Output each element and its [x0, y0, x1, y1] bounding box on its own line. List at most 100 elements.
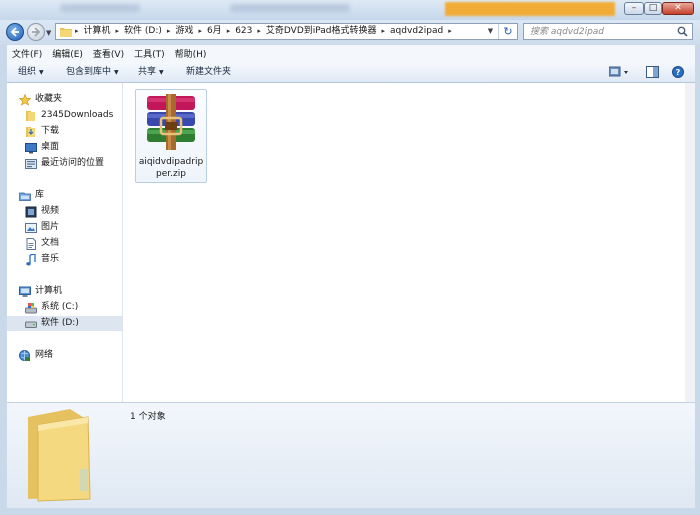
nav-item-pictures[interactable]: 图片: [25, 220, 59, 235]
organize-button[interactable]: 组织 ▼: [18, 62, 44, 82]
nav-item-label: 图片: [41, 222, 60, 232]
include-in-library-label: 包含到库中: [66, 67, 112, 77]
command-bar: 组织 ▼ 包含到库中 ▼ 共享 ▼ 新建文件夹 ?: [7, 62, 695, 83]
folder-icon: [28, 409, 91, 502]
file-list-pane[interactable]: [123, 83, 685, 402]
navigation-pane: 收藏夹 2345Downloads 下载 桌面 最近访问的位置 库 视频 图片 …: [7, 83, 123, 402]
nav-item-downloads[interactable]: 下载: [25, 124, 59, 139]
refresh-button[interactable]: ↻: [498, 24, 517, 39]
nav-computer-label: 计算机: [35, 286, 63, 296]
breadcrumb-june[interactable]: 6月: [203, 24, 226, 39]
svg-text:?: ?: [676, 68, 681, 77]
nav-item-label: 视频: [41, 206, 60, 216]
include-in-library-button[interactable]: 包含到库中 ▼: [66, 62, 119, 82]
nav-libraries[interactable]: 库: [19, 188, 44, 203]
forward-arrow-icon: [32, 27, 41, 37]
system-drive-icon: [25, 302, 37, 314]
file-name: aiqidvdipadripper.zip: [138, 157, 204, 179]
recent-pages-dropdown[interactable]: ▼: [46, 29, 51, 37]
nav-item-label: 音乐: [41, 254, 60, 264]
address-bar[interactable]: ▸ 计算机 ▸ 软件 (D:) ▸ 游戏 ▸ 6月 ▸ 623 ▸ 艾奇DVD到…: [55, 23, 518, 40]
close-button[interactable]: ✕: [662, 2, 694, 15]
nav-item-label: 系统 (C:): [41, 302, 79, 312]
nav-item-documents[interactable]: 文档: [25, 236, 59, 251]
nav-network[interactable]: 网络: [19, 348, 53, 363]
blurred-background: [445, 2, 615, 16]
nav-item-2345downloads[interactable]: 2345Downloads: [25, 108, 113, 123]
nav-item-label: 文档: [41, 238, 60, 248]
breadcrumb-computer[interactable]: 计算机: [80, 24, 115, 39]
desktop-icon: [25, 142, 37, 154]
recent-places-icon: [25, 158, 37, 170]
music-note-icon: [25, 252, 37, 266]
nav-item-label: 2345Downloads: [41, 110, 114, 120]
nav-item-videos[interactable]: 视频: [25, 204, 59, 219]
nav-favorites[interactable]: 收藏夹: [18, 92, 63, 107]
search-box[interactable]: [523, 23, 693, 40]
menu-file[interactable]: 文件(F): [7, 47, 47, 60]
breadcrumb-converter[interactable]: 艾奇DVD到iPad格式转换器: [262, 24, 381, 39]
details-pane: 1 个对象: [7, 402, 695, 508]
menu-tools[interactable]: 工具(T): [129, 47, 170, 60]
refresh-icon: ↻: [503, 25, 513, 38]
item-count: 1 个对象: [130, 412, 166, 422]
nav-item-music[interactable]: 音乐: [25, 252, 59, 267]
file-item[interactable]: aiqidvdipadripper.zip: [135, 89, 207, 183]
blurred-background: [60, 4, 140, 12]
video-library-icon: [25, 206, 37, 218]
explorer-window: – □ ✕ ▼ ▸ 计算机 ▸ 软件 (D:) ▸ 游戏 ▸ 6月 ▸ 623: [0, 0, 700, 515]
computer-icon: [19, 286, 31, 298]
maximize-button[interactable]: □: [644, 2, 662, 15]
help-icon[interactable]: ?: [672, 66, 684, 78]
nav-item-recent-places[interactable]: 最近访问的位置: [25, 156, 104, 171]
breadcrumb-drive-d[interactable]: 软件 (D:): [120, 24, 166, 39]
nav-computer[interactable]: 计算机: [19, 284, 62, 299]
nav-network-label: 网络: [35, 350, 54, 360]
breadcrumb-current[interactable]: aqdvd2ipad: [386, 24, 447, 39]
menu-help[interactable]: 帮助(H): [170, 47, 212, 60]
nav-libraries-label: 库: [35, 190, 45, 200]
star-icon: [18, 93, 32, 106]
menu-bar: 文件(F) 编辑(E) 查看(V) 工具(T) 帮助(H): [7, 45, 695, 62]
chevron-down-icon: ▼: [39, 69, 44, 76]
nav-item-label: 软件 (D:): [41, 318, 79, 328]
network-icon: [19, 349, 31, 362]
breadcrumb-games[interactable]: 游戏: [171, 24, 197, 39]
breadcrumb-623[interactable]: 623: [231, 24, 256, 39]
search-icon[interactable]: [677, 26, 688, 37]
blurred-background: [230, 4, 350, 12]
share-label: 共享: [138, 67, 157, 77]
documents-library-icon: [25, 237, 37, 250]
new-folder-button[interactable]: 新建文件夹: [186, 62, 231, 82]
nav-item-drive-c[interactable]: 系统 (C:): [25, 300, 78, 315]
back-button[interactable]: [6, 23, 24, 41]
nav-item-drive-d[interactable]: 软件 (D:): [7, 316, 122, 331]
title-bar: – □ ✕: [0, 0, 700, 20]
nav-item-label: 最近访问的位置: [41, 158, 105, 168]
address-dropdown[interactable]: ▼: [484, 24, 497, 39]
menu-edit[interactable]: 编辑(E): [47, 47, 88, 60]
preview-pane-icon[interactable]: [646, 66, 659, 78]
nav-item-label: 下载: [41, 126, 60, 136]
hard-drive-icon: [25, 318, 37, 330]
downloads-folder-icon: [25, 126, 37, 138]
breadcrumb: ▸ 计算机 ▸ 软件 (D:) ▸ 游戏 ▸ 6月 ▸ 623 ▸ 艾奇DVD到…: [60, 24, 453, 39]
library-icon: [19, 190, 31, 202]
menu-view[interactable]: 查看(V): [88, 47, 129, 60]
change-view-icon[interactable]: [609, 66, 631, 78]
search-input[interactable]: [530, 25, 670, 38]
back-arrow-icon: [10, 27, 19, 37]
folder-icon: [60, 28, 72, 37]
forward-button[interactable]: [27, 23, 45, 41]
folder-icon: [25, 110, 37, 122]
vertical-scrollbar[interactable]: [685, 83, 695, 402]
winrar-archive-icon: [147, 94, 195, 150]
nav-favorites-label: 收藏夹: [35, 94, 63, 104]
breadcrumb-separator[interactable]: ▸: [447, 24, 453, 39]
chevron-down-icon: ▼: [114, 69, 119, 76]
nav-item-desktop[interactable]: 桌面: [25, 140, 59, 155]
minimize-button[interactable]: –: [624, 2, 644, 15]
chevron-down-icon: ▼: [159, 69, 164, 76]
address-row: ▼ ▸ 计算机 ▸ 软件 (D:) ▸ 游戏 ▸ 6月 ▸ 623 ▸ 艾奇DV…: [0, 20, 700, 44]
share-button[interactable]: 共享 ▼: [138, 62, 164, 82]
